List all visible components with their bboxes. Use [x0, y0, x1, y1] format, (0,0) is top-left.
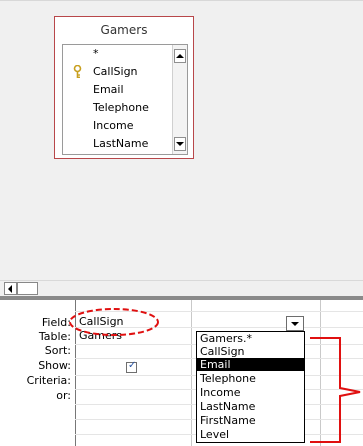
- field-item-all[interactable]: *: [63, 45, 173, 63]
- table-title: Gamers: [100, 23, 148, 37]
- field-dropdown-list[interactable]: Gamers.* CallSign Email Telephone Income…: [196, 331, 305, 443]
- row-label-field: Field:: [41, 316, 71, 329]
- dropdown-option[interactable]: CallSign: [197, 345, 304, 358]
- chevron-down-icon: [176, 142, 184, 146]
- field-item-telephone[interactable]: Telephone: [63, 99, 173, 117]
- row-label-show: Show:: [38, 359, 71, 372]
- annotation-ellipse: [69, 308, 159, 336]
- field-item-email[interactable]: Email: [63, 81, 173, 99]
- scroll-thumb[interactable]: [17, 282, 38, 295]
- dropdown-option[interactable]: Telephone: [197, 372, 304, 385]
- scroll-up-button[interactable]: [174, 49, 186, 63]
- dropdown-option[interactable]: FirstName: [197, 414, 304, 427]
- scroll-down-button[interactable]: [174, 137, 186, 151]
- field-label-callsign: CallSign: [93, 65, 138, 78]
- row-label-criteria: Criteria:: [26, 374, 71, 387]
- design-horizontal-scrollbar[interactable]: [0, 280, 363, 296]
- scroll-left-button[interactable]: [4, 282, 17, 295]
- query-design-area: Gamers * CallSign Email Telephone Income…: [0, 0, 363, 290]
- chevron-down-icon: [291, 322, 299, 326]
- grid-column-divider: [191, 300, 192, 446]
- dropdown-option-selected[interactable]: Email: [197, 358, 304, 371]
- row-label-or: or:: [56, 389, 71, 402]
- show-checkbox[interactable]: ✓: [126, 360, 137, 373]
- annotation-bracket: [310, 337, 361, 443]
- dropdown-option[interactable]: LastName: [197, 400, 304, 413]
- dropdown-option[interactable]: Gamers.*: [197, 332, 304, 345]
- chevron-left-icon: [8, 285, 12, 293]
- dropdown-option[interactable]: Level: [197, 428, 304, 441]
- field-item-income[interactable]: Income: [63, 117, 173, 135]
- checkmark-icon: ✓: [128, 360, 137, 371]
- field-item-callsign[interactable]: CallSign: [63, 63, 173, 81]
- row-label-sort: Sort:: [44, 344, 71, 357]
- dropdown-option[interactable]: Income: [197, 386, 304, 399]
- field-list-scrollbar[interactable]: [172, 45, 187, 154]
- top-divider: [0, 0, 363, 1]
- field-dropdown-button[interactable]: [286, 316, 304, 331]
- chevron-up-icon: [176, 54, 184, 58]
- table-field-list[interactable]: * CallSign Email Telephone Income LastNa…: [62, 44, 188, 155]
- row-label-table: Table:: [38, 330, 71, 343]
- gamers-table-window[interactable]: Gamers * CallSign Email Telephone Income…: [54, 16, 194, 159]
- primary-key-icon: [73, 65, 82, 79]
- field-item-lastname[interactable]: LastName: [63, 135, 173, 153]
